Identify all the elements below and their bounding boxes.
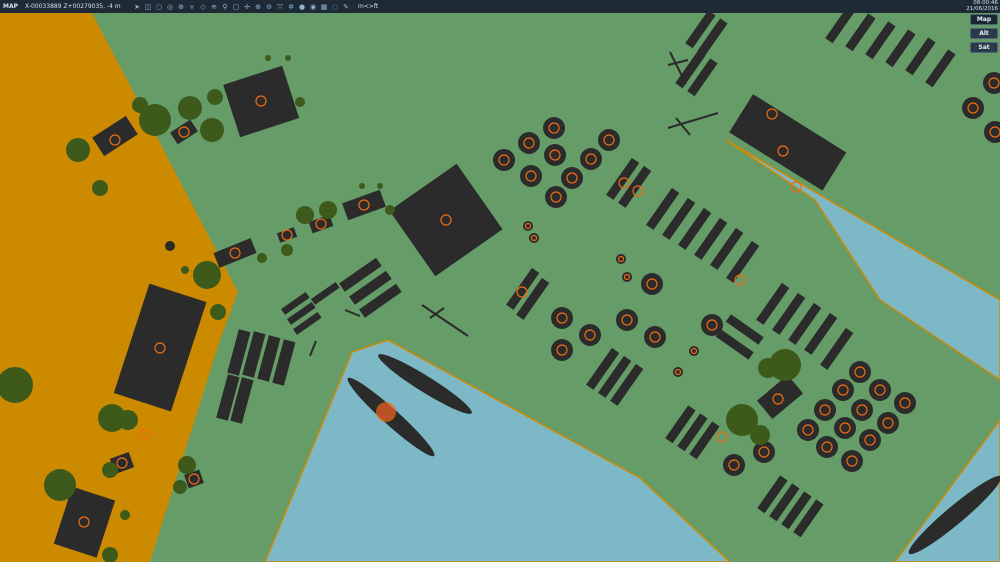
layer-switcher: Map Alt Sat [970, 14, 998, 53]
layer-sat-button[interactable]: Sat [970, 42, 998, 53]
circle-icon[interactable]: ○ [155, 3, 163, 11]
toolbar-icons: ➤ ◫ ○ ◎ ⊕ ⋎ ◇ ≋ ⚲ ▢ ✛ ⊕ ⊖ ⤧ ✲ ● ◉ ▦ ◌ ✎ [133, 3, 350, 11]
pencil-icon[interactable]: ✎ [342, 3, 350, 11]
gps-icon[interactable]: ◫ [144, 3, 152, 11]
vehicle-icon[interactable]: ◎ [166, 3, 174, 11]
zoom-out-icon[interactable]: ⊖ [265, 3, 273, 11]
harbor-water [264, 339, 732, 562]
settings-icon[interactable]: ✲ [287, 3, 295, 11]
layer-map-button[interactable]: Map [970, 14, 998, 25]
layer-alt-button[interactable]: Alt [970, 28, 998, 39]
layers-icon[interactable]: ◌ [331, 3, 339, 11]
pan-icon[interactable]: ⤧ [276, 3, 284, 11]
chat-icon[interactable]: ▢ [232, 3, 240, 11]
tower-icon[interactable]: ⚲ [221, 3, 229, 11]
diamond-icon[interactable]: ◇ [199, 3, 207, 11]
globe-icon[interactable]: ● [298, 3, 306, 11]
unit-toggle[interactable]: m<>ft [358, 3, 378, 10]
route-icon[interactable]: ⋎ [188, 3, 196, 11]
globe-alt-icon[interactable]: ◉ [309, 3, 317, 11]
coordinates-readout: X-00033889 Z+00279035, -4 m [25, 3, 121, 10]
marker-icon[interactable]: ⊕ [177, 3, 185, 11]
waypoint-icon[interactable]: ➤ [133, 3, 141, 11]
grid-icon[interactable]: ▦ [320, 3, 328, 11]
top-toolbar: MAP X-00033889 Z+00279035, -4 m ➤ ◫ ○ ◎ … [0, 0, 1000, 13]
clock: 08:00:46 21/06/2016 [966, 0, 998, 12]
player-marker-icon[interactable] [376, 402, 396, 422]
zoom-in-icon[interactable]: ⊕ [254, 3, 262, 11]
map-mode-label: MAP [3, 3, 19, 10]
clock-date: 21/06/2016 [966, 6, 998, 12]
water-channel [725, 139, 1000, 381]
signal-icon[interactable]: ≋ [210, 3, 218, 11]
crosshair-icon[interactable]: ✛ [243, 3, 251, 11]
map-canvas[interactable] [0, 0, 1000, 562]
